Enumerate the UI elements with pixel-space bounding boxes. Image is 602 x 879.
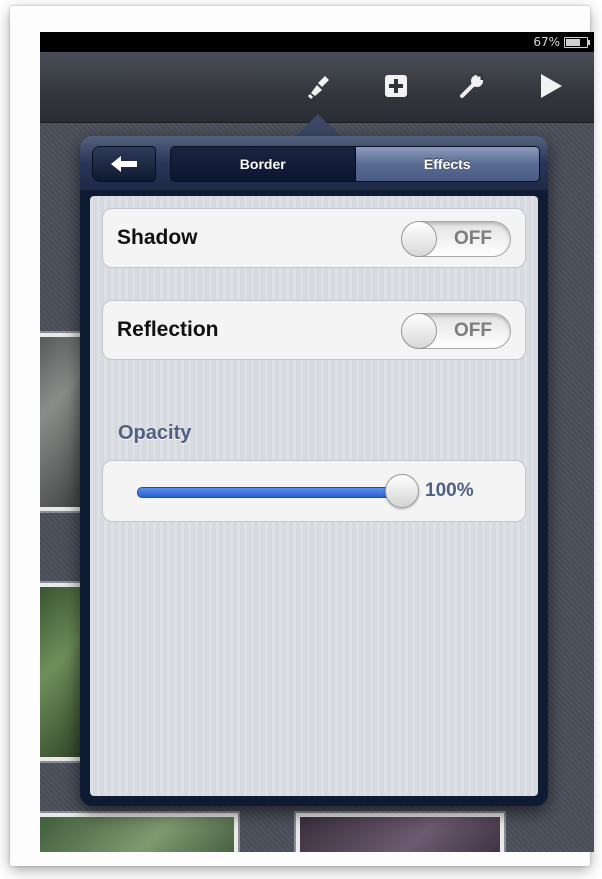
- paintbrush-icon[interactable]: [296, 64, 340, 108]
- shadow-cell: Shadow OFF: [102, 208, 526, 268]
- toggle-knob: [401, 313, 437, 349]
- reflection-label: Reflection: [117, 318, 219, 341]
- reflection-cell: Reflection OFF: [102, 300, 526, 360]
- tab-effects[interactable]: Effects: [355, 147, 539, 181]
- toggle-state: OFF: [454, 228, 492, 249]
- toggle-state: OFF: [454, 320, 492, 341]
- opacity-value: 100%: [425, 480, 474, 501]
- add-icon[interactable]: [374, 64, 418, 108]
- status-bar: 67%: [40, 32, 594, 52]
- toolbar: [40, 52, 594, 123]
- shadow-label: Shadow: [117, 226, 198, 249]
- photo-thumbnail[interactable]: [40, 813, 238, 852]
- battery-icon: [564, 37, 590, 48]
- photo-thumbnail[interactable]: [296, 813, 504, 852]
- opacity-slider-track[interactable]: [137, 487, 401, 498]
- back-arrow-icon: [111, 156, 137, 172]
- screenshot-frame: 67% Border Effects Shadow OFF Reflection…: [10, 6, 594, 866]
- back-button[interactable]: [92, 146, 156, 182]
- popover-header: Border Effects: [80, 136, 548, 190]
- shadow-toggle[interactable]: OFF: [401, 221, 511, 257]
- reflection-toggle[interactable]: OFF: [401, 313, 511, 349]
- opacity-label: Opacity: [118, 422, 192, 444]
- battery-percentage: 67%: [533, 35, 560, 49]
- popover-arrow: [296, 114, 340, 136]
- opacity-slider-knob[interactable]: [385, 474, 419, 508]
- ipad-screen: 67% Border Effects Shadow OFF Reflection…: [40, 32, 594, 852]
- effects-popover: Border Effects Shadow OFF Reflection OFF…: [80, 136, 548, 806]
- tab-border[interactable]: Border: [171, 147, 356, 181]
- popover-body: Shadow OFF Reflection OFF Opacity 100%: [90, 196, 538, 796]
- toggle-knob: [401, 221, 437, 257]
- play-icon[interactable]: [528, 64, 572, 108]
- tab-control: Border Effects: [170, 146, 540, 182]
- wrench-icon[interactable]: [450, 64, 494, 108]
- opacity-cell: 100%: [102, 460, 526, 522]
